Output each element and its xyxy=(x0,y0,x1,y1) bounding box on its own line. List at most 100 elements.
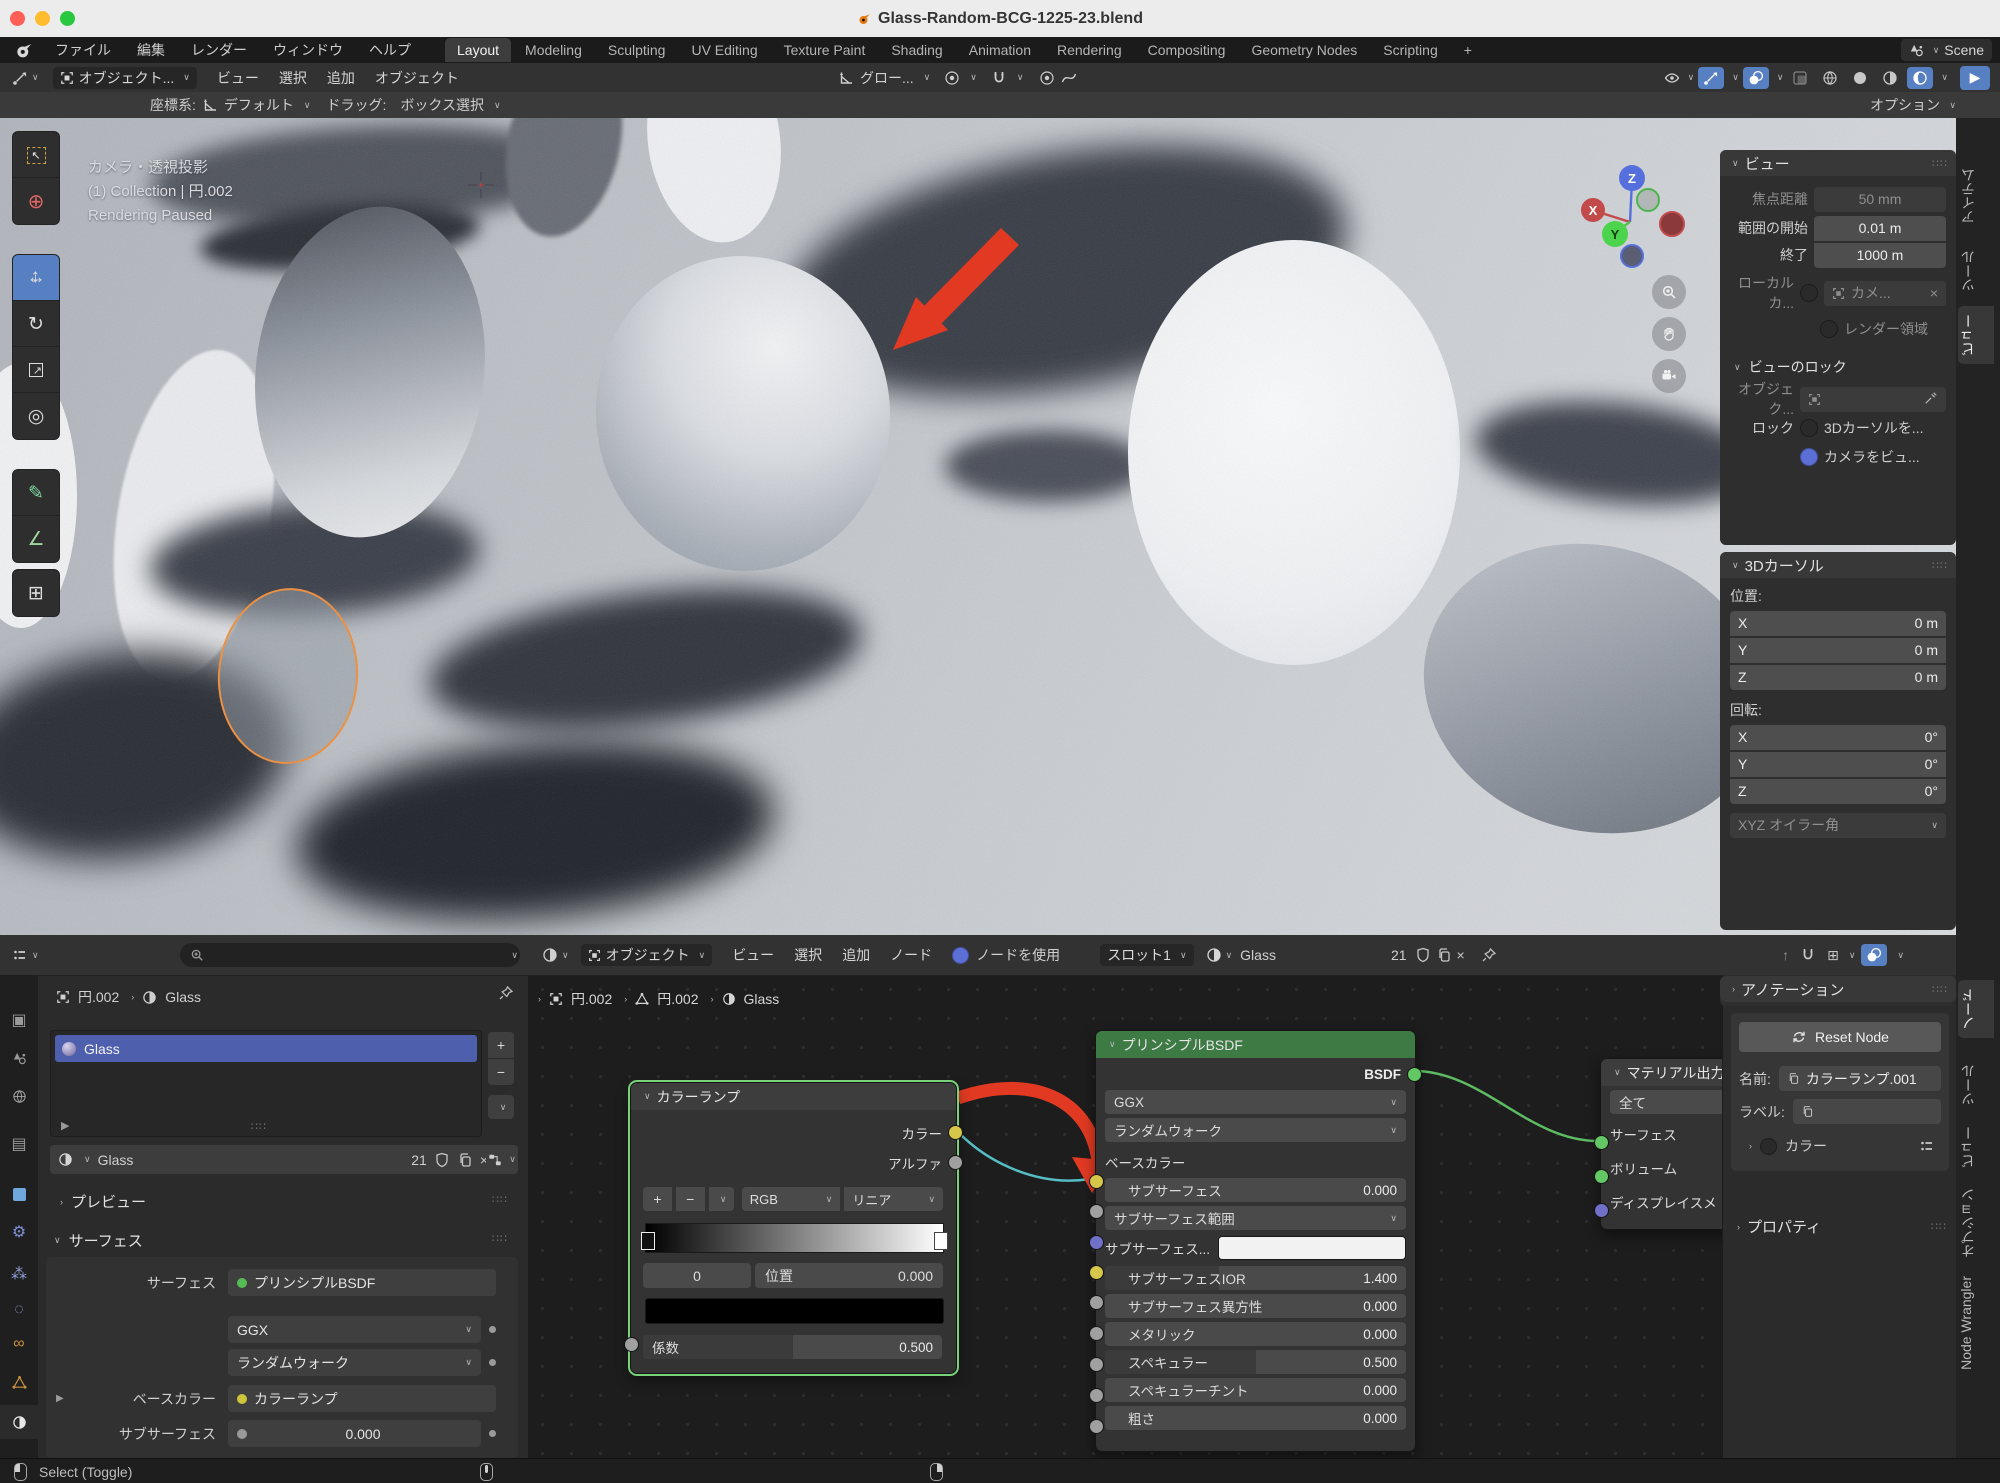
menu-window[interactable]: ウィンドウ xyxy=(261,37,355,63)
cursor-loc-z-field[interactable]: Z0 m xyxy=(1730,665,1946,690)
annotation-panel-header[interactable]: ›アノテーション∷∷ xyxy=(1720,976,1956,1002)
scene-selector[interactable]: ∨ Scene xyxy=(1901,39,1992,61)
shading-solid-button[interactable] xyxy=(1847,67,1873,89)
specular-tint-input-socket[interactable] xyxy=(1089,1419,1104,1434)
tab-data[interactable] xyxy=(0,1365,38,1399)
tab-modifiers[interactable]: ⚙ xyxy=(0,1215,38,1249)
workspace-tab-texturepaint[interactable]: Texture Paint xyxy=(772,38,878,62)
tool-select-box[interactable]: ↖ xyxy=(12,131,60,179)
chevron-down-icon[interactable]: ∨ xyxy=(511,950,518,961)
bsdf-subsurface-aniso-row[interactable]: サブサーフェス異方性0.000 xyxy=(1105,1294,1406,1318)
tool-scale[interactable]: ↗ xyxy=(12,346,60,394)
viewport-menu-add[interactable]: 追加 xyxy=(317,68,365,88)
gizmo-toggle-button[interactable] xyxy=(1698,67,1724,89)
bsdf-method-dropdown[interactable]: ランダムウォーク∨ xyxy=(1105,1118,1406,1142)
eyedropper-icon[interactable] xyxy=(1924,391,1938,405)
breadcrumb-material[interactable]: Glass xyxy=(165,989,201,1005)
tab-material[interactable] xyxy=(0,1405,38,1439)
editor-type-icon[interactable] xyxy=(12,70,28,86)
users-count[interactable]: 21 xyxy=(411,1152,427,1168)
pan-view-button[interactable] xyxy=(1652,317,1686,351)
object-mode-dropdown[interactable]: オブジェクト... ∨ xyxy=(53,67,197,89)
material-slot-row[interactable]: Glass xyxy=(55,1035,477,1062)
material-name-field[interactable]: Glass xyxy=(1240,947,1276,963)
lock-3d-cursor-checkbox[interactable] xyxy=(1800,419,1818,437)
subsurface-value-field[interactable]: 0.000 xyxy=(228,1420,481,1447)
tool-rotate[interactable]: ↻ xyxy=(12,300,60,348)
play-render-button[interactable]: ▶ xyxy=(1960,66,1990,90)
add-stop-button[interactable]: + xyxy=(643,1187,672,1211)
menu-file[interactable]: ファイル xyxy=(43,37,123,63)
distribution-dropdown[interactable]: GGX∨ xyxy=(228,1316,481,1343)
ramp-handle-white[interactable] xyxy=(934,1232,948,1250)
fac-input-row[interactable]: 係数0.500 xyxy=(643,1335,942,1359)
euler-order-dropdown[interactable]: XYZ オイラー角∨ xyxy=(1730,813,1946,838)
material-icon[interactable] xyxy=(58,1152,73,1167)
zoom-view-button[interactable] xyxy=(1652,275,1686,309)
workspace-tab-animation[interactable]: Animation xyxy=(957,38,1043,62)
navigation-gizmo[interactable]: Z X Y xyxy=(1575,160,1690,275)
tab-constraints[interactable]: ∞ xyxy=(0,1327,38,1361)
color-output-socket[interactable] xyxy=(948,1125,963,1140)
tab-output[interactable]: ▤ xyxy=(0,1127,38,1161)
tool-transform[interactable]: ◎ xyxy=(12,392,60,440)
bsdf-specular-tint-row[interactable]: スペキュラーチント0.000 xyxy=(1105,1378,1406,1402)
copy-datablock-icon[interactable] xyxy=(1436,947,1452,963)
material-icon[interactable] xyxy=(1206,947,1222,963)
overlays-toggle-button[interactable] xyxy=(1861,944,1887,966)
fake-user-shield-icon[interactable] xyxy=(434,1152,450,1168)
tool-annotate[interactable]: ✎ xyxy=(12,469,60,517)
local-camera-checkbox[interactable] xyxy=(1800,284,1818,302)
view-lock-section-title[interactable]: ビューのロック xyxy=(1749,357,1847,377)
subsurface-aniso-input-socket[interactable] xyxy=(1089,1326,1104,1341)
menu-edit[interactable]: 編集 xyxy=(125,37,177,63)
tab-scene[interactable] xyxy=(0,1041,38,1075)
visibility-eye-icon[interactable] xyxy=(1664,70,1680,86)
cursor-rot-y-field[interactable]: Y0° xyxy=(1730,752,1946,777)
subsurface-method-dropdown[interactable]: ランダムウォーク∨ xyxy=(228,1349,481,1376)
orientation-label[interactable]: グロー... xyxy=(860,68,914,88)
drag-grip-icon[interactable]: ∷∷ xyxy=(1932,157,1948,170)
pin-icon[interactable] xyxy=(498,985,514,1001)
shading-material-button[interactable] xyxy=(1877,67,1903,89)
remove-stop-button[interactable]: − xyxy=(676,1187,705,1211)
bsdf-output-socket[interactable] xyxy=(1407,1067,1422,1082)
viewport-menu-view[interactable]: ビュー xyxy=(207,68,269,88)
blender-logo-icon[interactable] xyxy=(14,41,33,60)
coord-system-value[interactable]: デフォルト xyxy=(224,95,294,115)
expand-icon[interactable]: ▶ xyxy=(56,1393,70,1404)
node-tab-node-wrangler[interactable]: Node Wrangler xyxy=(1958,1268,1994,1378)
clear-icon[interactable]: × xyxy=(1930,285,1938,301)
use-nodes-checkbox[interactable] xyxy=(952,947,969,964)
bsdf-subsurface-row[interactable]: サブサーフェス0.000 xyxy=(1105,1178,1406,1202)
shading-wireframe-button[interactable] xyxy=(1817,67,1843,89)
basecolor-input-socket[interactable] xyxy=(1089,1174,1104,1189)
view-panel-header[interactable]: ∨ ビュー ∷∷ xyxy=(1720,150,1956,176)
clip-end-field[interactable]: 1000 m xyxy=(1814,243,1946,268)
sidebar-tab-view[interactable]: ビュー xyxy=(1958,306,1994,364)
magnet-snap-icon[interactable] xyxy=(991,70,1007,86)
copy-datablock-icon[interactable] xyxy=(457,1152,473,1168)
users-count[interactable]: 21 xyxy=(1391,947,1407,963)
displacement-input-socket[interactable] xyxy=(1594,1203,1609,1218)
drag-grip-icon[interactable]: ∷∷ xyxy=(251,1120,267,1133)
local-camera-field[interactable]: カメ...× xyxy=(1824,281,1946,306)
node-name-field[interactable]: カラーランプ.001 xyxy=(1779,1066,1941,1091)
subsurface-input-socket[interactable] xyxy=(1089,1204,1104,1219)
slot-specials-button[interactable]: ∨ xyxy=(488,1095,514,1119)
tab-world[interactable] xyxy=(0,1079,38,1113)
subsurface-color-swatch[interactable] xyxy=(1218,1236,1406,1260)
fac-input-socket[interactable] xyxy=(624,1337,639,1352)
sidebar-tab-tool[interactable]: ツール xyxy=(1958,242,1994,300)
tool-add-cube[interactable]: ⊞ xyxy=(12,569,60,617)
bsdf-distribution-dropdown[interactable]: GGX∨ xyxy=(1105,1090,1406,1114)
workspace-tab-geometrynodes[interactable]: Geometry Nodes xyxy=(1239,38,1369,62)
workspace-tab-modeling[interactable]: Modeling xyxy=(513,38,594,62)
animate-dot-icon[interactable] xyxy=(489,1430,496,1437)
bsdf-metallic-row[interactable]: メタリック0.000 xyxy=(1105,1322,1406,1346)
animate-dot-icon[interactable] xyxy=(489,1326,496,1333)
viewport-menu-object[interactable]: オブジェクト xyxy=(365,68,469,88)
falloff-curve-icon[interactable] xyxy=(1061,70,1077,86)
subsurface-color-input-socket[interactable] xyxy=(1089,1265,1104,1280)
material-slot-list[interactable]: Glass ▶ ∷∷ xyxy=(50,1030,482,1137)
